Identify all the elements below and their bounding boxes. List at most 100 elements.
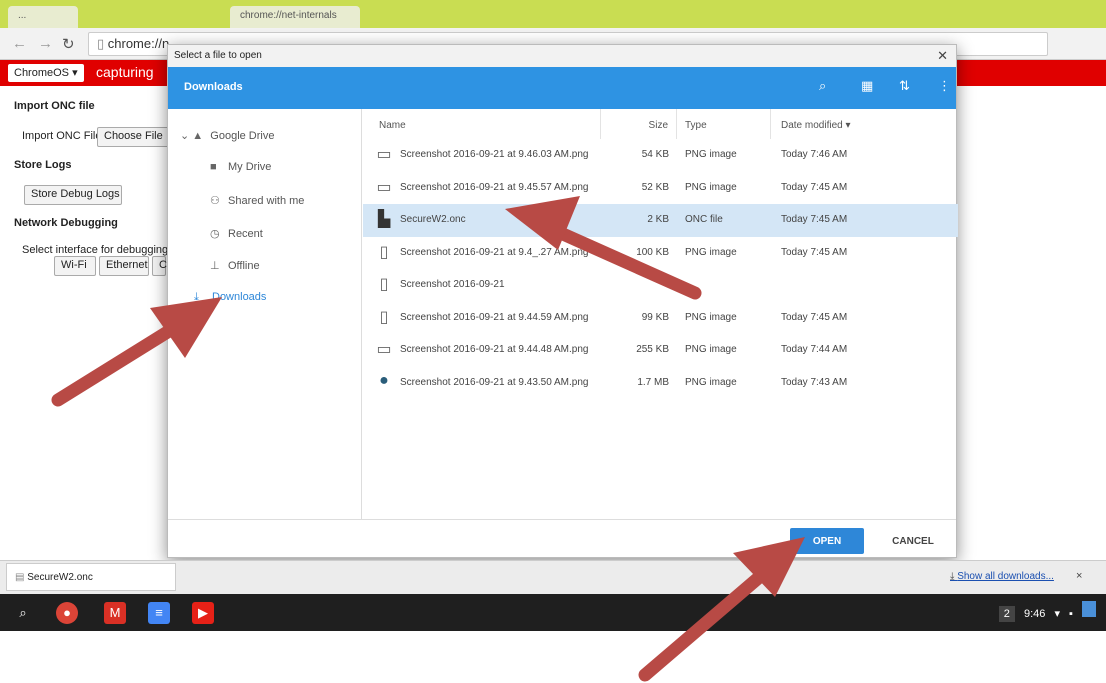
file-rows: ▭ Screenshot 2016-09-21 at 9.46.03 AM.pn…	[363, 139, 958, 399]
wifi-button[interactable]: Wi-Fi	[54, 256, 96, 276]
address-text: chrome://n	[107, 36, 170, 51]
file-row[interactable]: ▭ Screenshot 2016-09-21 at 9.45.57 AM.pn…	[363, 172, 958, 205]
network-debugging-title: Network Debugging	[14, 217, 118, 229]
current-folder-title: Downloads	[184, 81, 243, 93]
sidebar: ⌄ ▲ Google Drive ■ My Drive ⚇ Shared with m…	[168, 109, 362, 519]
back-icon[interactable]: ←	[12, 35, 27, 52]
sidebar-item-label: Google Drive	[210, 130, 275, 142]
tab-first-label: ...	[18, 10, 27, 21]
drive-icon: ▲	[192, 130, 204, 142]
column-header-name[interactable]: Name	[363, 109, 601, 139]
close-icon[interactable]: ✕	[937, 48, 948, 64]
clock-icon: ◷	[210, 228, 220, 240]
file-name: SecureW2.onc	[400, 214, 466, 225]
file-date: Today 7:45 AM	[781, 181, 848, 193]
download-item-name: SecureW2.onc	[27, 572, 93, 583]
image-file-icon: ▯	[379, 276, 389, 293]
chromeos-dropdown[interactable]: ChromeOS ▾	[8, 64, 84, 82]
file-row[interactable]: ▭ Screenshot 2016-09-21 at 9.44.48 AM.pn…	[363, 334, 958, 367]
import-onc-label: Import ONC File	[22, 130, 102, 142]
column-header-size[interactable]: Size	[601, 109, 677, 139]
image-file-icon: ●	[379, 371, 389, 389]
file-size: 52 KB	[641, 181, 669, 193]
close-shelf-icon[interactable]: ×	[1076, 570, 1082, 582]
avatar	[1082, 601, 1096, 617]
gmail-icon[interactable]: M	[104, 602, 126, 624]
ethernet-button[interactable]: Ethernet	[99, 256, 149, 276]
dialog-footer: OPEN CANCEL	[168, 519, 956, 559]
file-size: 99 KB	[641, 311, 669, 323]
dialog-header: Downloads ⌕ ▦ ⇅ ⋮	[168, 67, 956, 109]
file-size: 2 KB	[647, 214, 669, 225]
sort-icon[interactable]: ⇅	[899, 78, 910, 94]
file-row[interactable]: ▯ Screenshot 2016-09-21	[363, 269, 958, 302]
file-size: 1.7 MB	[637, 376, 669, 388]
folder-icon: ■	[210, 161, 217, 173]
system-tray[interactable]: 2 9:46 ▾ ▪	[993, 601, 1096, 625]
sidebar-item-recent[interactable]: ◷ Recent	[210, 227, 263, 240]
file-name: Screenshot 2016-09-21 at 9.46.03 AM.png	[400, 149, 589, 160]
tab-net-internals[interactable]: chrome://net-internals	[230, 6, 360, 28]
download-item[interactable]: ▤ SecureW2.onc	[6, 563, 176, 591]
reload-icon[interactable]: ↻	[62, 35, 75, 53]
search-icon[interactable]: ⌕	[12, 602, 34, 624]
sidebar-item-label: Downloads	[212, 291, 267, 303]
file-row[interactable]: ● Screenshot 2016-09-21 at 9.43.50 AM.pn…	[363, 367, 958, 400]
file-date: Today 7:45 AM	[781, 246, 848, 258]
pin-icon: ⊥	[210, 260, 220, 272]
open-button[interactable]: OPEN	[790, 528, 864, 554]
sidebar-item-google-drive[interactable]: ⌄ ▲ Google Drive	[180, 129, 274, 142]
file-type: PNG image	[685, 376, 737, 388]
file-type: ONC file	[685, 214, 723, 225]
image-file-icon: ▭	[376, 341, 392, 358]
search-icon[interactable]: ⌕	[819, 78, 826, 94]
cancel-button[interactable]: CANCEL	[880, 528, 946, 554]
select-interface-label: Select interface for debugging	[22, 244, 169, 256]
image-file-icon: ▯	[379, 243, 389, 261]
file-name: Screenshot 2016-09-21 at 9.4_.27 AM.png	[400, 246, 589, 258]
capturing-text: capturing	[96, 64, 154, 80]
choose-file-button[interactable]: Choose File	[97, 127, 169, 147]
download-shelf: ▤ SecureW2.onc ⤓ Show all downloads... ×	[0, 560, 1106, 594]
clock: 9:46	[1023, 608, 1046, 620]
file-name: Screenshot 2016-09-21 at 9.45.57 AM.png	[400, 181, 589, 193]
file-name: Screenshot 2016-09-21 at 9.43.50 AM.png	[400, 376, 589, 388]
file-row[interactable]: ▯ Screenshot 2016-09-21 at 9.4_.27 AM.pn…	[363, 237, 958, 270]
grid-view-icon[interactable]: ▦	[861, 78, 873, 94]
file-row[interactable]: ▭ Screenshot 2016-09-21 at 9.46.03 AM.pn…	[363, 139, 958, 172]
chrome-icon[interactable]: ●	[56, 602, 78, 624]
page-icon: ▯	[97, 36, 108, 51]
forward-icon[interactable]: →	[38, 35, 53, 52]
sidebar-item-downloads[interactable]: ⤓ Downloads	[194, 291, 266, 304]
sidebar-item-my-drive[interactable]: ■ My Drive	[210, 161, 271, 173]
store-logs-title: Store Logs	[14, 159, 72, 171]
sidebar-item-offline[interactable]: ⊥ Offline	[210, 259, 260, 272]
file-row[interactable]: ▯ Screenshot 2016-09-21 at 9.44.59 AM.pn…	[363, 302, 958, 335]
store-debug-logs-button[interactable]: Store Debug Logs	[24, 185, 122, 205]
show-all-downloads-label: Show all downloads...	[957, 571, 1054, 582]
file-icon: ▤	[15, 572, 28, 583]
shelf-taskbar: ⌕ ● M ≡ ▶ 2 9:46 ▾ ▪	[0, 594, 1106, 631]
tab-first[interactable]: ...	[8, 6, 78, 28]
image-file-icon: ▯	[379, 308, 389, 326]
cellular-button[interactable]: C	[152, 256, 167, 276]
column-header-date[interactable]: Date modified ▾	[771, 109, 958, 139]
show-all-downloads-link[interactable]: ⤓ Show all downloads...	[950, 571, 1054, 582]
file-chooser-dialog: Select a file to open ✕ Downloads ⌕ ▦ ⇅ …	[167, 44, 958, 559]
file-date: Today 7:44 AM	[781, 344, 848, 355]
import-onc-title: Import ONC file	[14, 100, 95, 112]
docs-icon[interactable]: ≡	[148, 602, 170, 624]
tab-net-internals-label: chrome://net-internals	[240, 10, 337, 21]
file-row-selected[interactable]: ▙ SecureW2.onc 2 KB ONC file Today 7:45 …	[363, 204, 958, 237]
file-size: 100 KB	[636, 246, 669, 258]
more-icon[interactable]: ⋮	[938, 78, 951, 94]
file-name: Screenshot 2016-09-21	[400, 279, 505, 290]
sidebar-item-shared-with-me[interactable]: ⚇ Shared with me	[210, 194, 304, 207]
file-list: Name Size Type Date modified ▾ ▭ Screens…	[363, 109, 958, 519]
youtube-icon[interactable]: ▶	[192, 602, 214, 624]
file-type: PNG image	[685, 344, 737, 355]
file-date: Today 7:45 AM	[781, 311, 848, 323]
sidebar-item-label: Offline	[228, 260, 260, 272]
wifi-icon: ▾	[1054, 608, 1060, 620]
column-header-type[interactable]: Type	[677, 109, 771, 139]
